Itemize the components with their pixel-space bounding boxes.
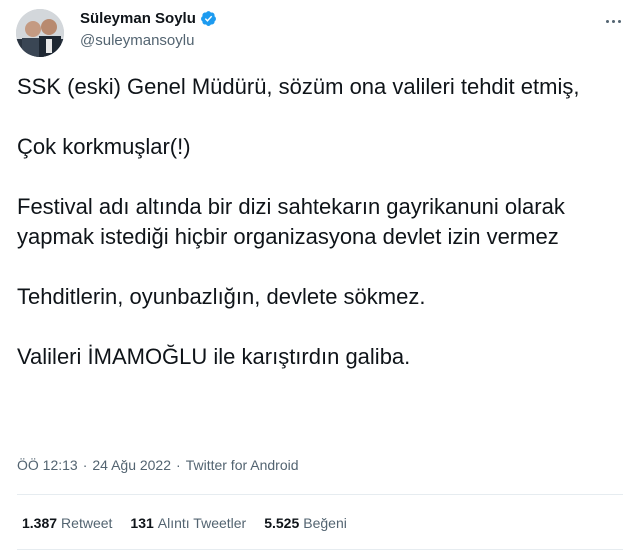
tweet-meta: ÖÖ 12:13 · 24 Ağu 2022 · Twitter for And… bbox=[17, 457, 299, 473]
tweet-source[interactable]: Twitter for Android bbox=[186, 457, 299, 473]
verified-badge-icon bbox=[200, 11, 216, 26]
tweet-time[interactable]: ÖÖ 12:13 bbox=[17, 457, 78, 473]
author-name-row[interactable]: Süleyman Soylu bbox=[80, 10, 217, 27]
divider bbox=[17, 494, 623, 495]
divider bbox=[17, 549, 623, 550]
retweets-count: 1.387 bbox=[22, 515, 58, 531]
author-handle[interactable]: @suleymansoylu bbox=[80, 32, 194, 49]
likes-count: 5.525 bbox=[264, 515, 300, 531]
quote-tweets-stat[interactable]: 131 Alıntı Tweetler bbox=[130, 515, 246, 531]
tweet-card: Süleyman Soylu @suleymansoylu SSK (eski)… bbox=[0, 0, 640, 552]
tweet-line: Çok korkmuşlar(!) bbox=[17, 134, 191, 159]
quote-tweets-label: Alıntı Tweetler bbox=[157, 515, 247, 531]
tweet-date[interactable]: 24 Ağu 2022 bbox=[92, 457, 171, 473]
tweet-line: Tehditlerin, oyunbazlığın, devlete sökme… bbox=[17, 284, 426, 309]
tweet-line: SSK (eski) Genel Müdürü, sözüm ona valil… bbox=[17, 74, 580, 99]
quote-tweets-count: 131 bbox=[130, 515, 154, 531]
tweet-line: Festival adı altında bir dizi sahtekarın… bbox=[17, 194, 565, 249]
tweet-stats: 1.387 Retweet 131 Alıntı Tweetler 5.525 … bbox=[22, 515, 347, 531]
more-options-icon[interactable] bbox=[602, 14, 624, 28]
likes-label: Beğeni bbox=[303, 515, 347, 531]
retweets-label: Retweet bbox=[61, 515, 113, 531]
likes-stat[interactable]: 5.525 Beğeni bbox=[264, 515, 347, 531]
author-name[interactable]: Süleyman Soylu bbox=[80, 10, 196, 27]
tweet-text: SSK (eski) Genel Müdürü, sözüm ona valil… bbox=[17, 72, 627, 372]
tweet-line: Valileri İMAMOĞLU ile karıştırdın galiba… bbox=[17, 344, 411, 369]
avatar[interactable] bbox=[16, 9, 64, 57]
meta-dot: · bbox=[82, 457, 88, 473]
retweets-stat[interactable]: 1.387 Retweet bbox=[22, 515, 112, 531]
avatar-photo bbox=[16, 9, 64, 57]
meta-dot: · bbox=[176, 457, 181, 473]
